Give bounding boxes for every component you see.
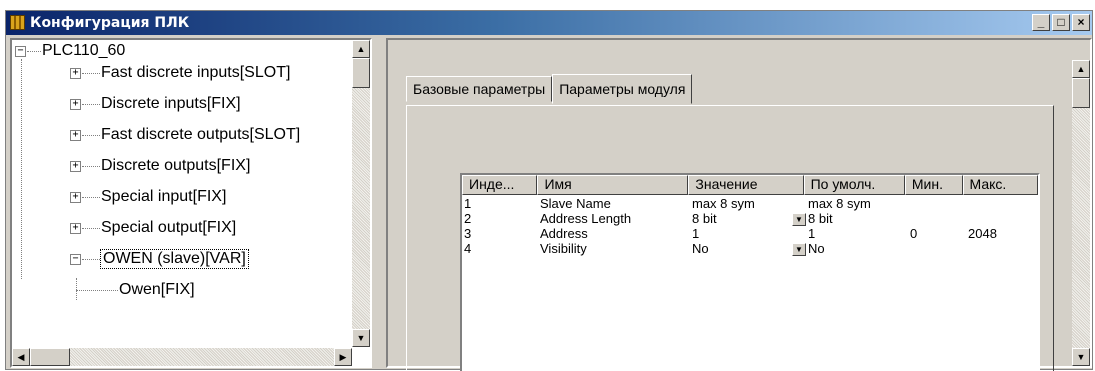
cell-value[interactable]: 8 bit	[690, 211, 790, 226]
tree-vertical-scrollbar[interactable]: ▲ ▼	[352, 40, 370, 347]
expand-icon[interactable]: +	[70, 191, 81, 203]
cell-index: 4	[464, 241, 472, 256]
cell-max	[966, 241, 1038, 256]
tree-item-label: Special output[FIX]	[101, 219, 237, 236]
parameters-table: Инде... Имя Значение По умолч. Мин. Макс…	[460, 173, 1040, 371]
tree-item-label: Owen[FIX]	[119, 281, 195, 298]
cell-name: Slave Name	[540, 196, 611, 211]
expand-icon[interactable]: +	[70, 222, 81, 234]
minimize-button[interactable]: _	[1032, 14, 1050, 31]
scroll-thumb[interactable]	[30, 348, 70, 366]
tab-base-parameters[interactable]: Базовые параметры	[406, 76, 553, 102]
collapse-icon[interactable]: −	[70, 253, 81, 265]
tree-item[interactable]: + Special input[FIX]	[70, 186, 226, 208]
table-header: Инде... Имя Значение По умолч. Мин. Макс…	[462, 175, 1038, 195]
scroll-right-icon[interactable]: ▶	[334, 348, 352, 366]
cell-index: 2	[464, 211, 472, 226]
table-row[interactable]: 3 Address 1 1 0 2048	[462, 226, 1038, 241]
cell-default: No	[808, 241, 825, 256]
plc-config-window: Конфигурация ПЛК _ □ × − PLC110_60 + Fas…	[5, 10, 1093, 371]
cell-value[interactable]: max 8 sym	[690, 196, 790, 211]
cell-max	[966, 211, 1038, 226]
column-header-name[interactable]: Имя	[537, 175, 689, 195]
table-row[interactable]: 1 Slave Name max 8 sym max 8 sym	[462, 196, 1038, 211]
dropdown-arrow-icon[interactable]: ▼	[792, 213, 806, 226]
pane-vertical-scrollbar[interactable]: ▲ ▼	[1072, 60, 1090, 366]
tree-item-selected[interactable]: − OWEN (slave)[VAR]	[70, 248, 249, 270]
tab-module-parameters[interactable]: Параметры модуля	[552, 74, 693, 104]
tree-item[interactable]: + Fast discrete outputs[SLOT]	[70, 124, 300, 146]
expand-icon[interactable]: +	[70, 98, 81, 110]
cell-default: max 8 sym	[808, 196, 871, 211]
column-header-default[interactable]: По умолч.	[803, 175, 905, 195]
cell-max	[966, 196, 1038, 211]
tree-child-item[interactable]: Owen[FIX]	[76, 279, 195, 301]
tree-item[interactable]: + Special output[FIX]	[70, 217, 236, 239]
tree-root[interactable]: − PLC110_60	[15, 40, 125, 62]
cell-name: Address	[540, 226, 588, 241]
scroll-left-icon[interactable]: ◀	[12, 348, 30, 366]
tree-item-label: Discrete inputs[FIX]	[101, 95, 241, 112]
collapse-icon[interactable]: −	[15, 45, 26, 57]
title-bar[interactable]: Конфигурация ПЛК _ □ ×	[6, 11, 1092, 35]
cell-index: 3	[464, 226, 472, 241]
column-header-min[interactable]: Мин.	[904, 175, 963, 195]
scroll-up-icon[interactable]: ▲	[352, 40, 370, 58]
tab-strip: Базовые параметры Параметры модуля	[406, 74, 693, 104]
column-header-max[interactable]: Макс.	[962, 175, 1038, 195]
cell-index: 1	[464, 196, 472, 211]
cell-value[interactable]: 1	[690, 226, 790, 241]
tree-item-label: OWEN (slave)[VAR]	[100, 249, 249, 269]
window-title: Конфигурация ПЛК	[30, 15, 190, 31]
table-row[interactable]: 4 Visibility No ▼ No	[462, 241, 1038, 256]
plc-config-icon	[10, 15, 25, 30]
maximize-button[interactable]: □	[1052, 14, 1070, 31]
tree-item-label: Fast discrete inputs[SLOT]	[101, 64, 291, 81]
expand-icon[interactable]: +	[70, 160, 81, 172]
expand-icon[interactable]: +	[70, 129, 81, 141]
close-button[interactable]: ×	[1072, 14, 1090, 31]
dropdown-arrow-icon[interactable]: ▼	[792, 243, 806, 256]
cell-default: 1	[808, 226, 816, 241]
column-header-value[interactable]: Значение	[688, 175, 804, 195]
cell-min: 0	[910, 226, 918, 241]
scroll-thumb[interactable]	[352, 58, 370, 88]
tree-item-label: Special input[FIX]	[101, 188, 227, 205]
tree-item-label: Fast discrete outputs[SLOT]	[101, 126, 301, 143]
tree-horizontal-scrollbar[interactable]: ◀ ▶	[12, 348, 352, 366]
cell-max: 2048	[968, 226, 997, 241]
scroll-down-icon[interactable]: ▼	[1072, 348, 1090, 366]
cell-name: Visibility	[540, 241, 587, 256]
column-header-index[interactable]: Инде...	[462, 175, 538, 195]
config-tree: − PLC110_60 + Fast discrete inputs[SLOT]…	[10, 38, 372, 368]
cell-min	[908, 196, 966, 211]
scroll-thumb[interactable]	[1072, 78, 1090, 108]
scroll-up-icon[interactable]: ▲	[1072, 60, 1090, 78]
tree-item-label: Discrete outputs[FIX]	[101, 157, 251, 174]
cell-default: 8 bit	[808, 211, 833, 226]
cell-min	[908, 241, 966, 256]
tree-item[interactable]: + Discrete outputs[FIX]	[70, 155, 250, 177]
cell-value[interactable]: No	[690, 241, 790, 256]
properties-pane: Базовые параметры Параметры модуля Инде.…	[386, 38, 1092, 371]
tree-item[interactable]: + Discrete inputs[FIX]	[70, 93, 241, 115]
tree-item[interactable]: + Fast discrete inputs[SLOT]	[70, 62, 290, 84]
scroll-down-icon[interactable]: ▼	[352, 329, 370, 347]
tree-root-label: PLC110_60	[42, 42, 126, 59]
cell-min	[908, 211, 966, 226]
expand-icon[interactable]: +	[70, 67, 81, 79]
table-row[interactable]: 2 Address Length 8 bit ▼ 8 bit	[462, 211, 1038, 226]
cell-name: Address Length	[540, 211, 632, 226]
